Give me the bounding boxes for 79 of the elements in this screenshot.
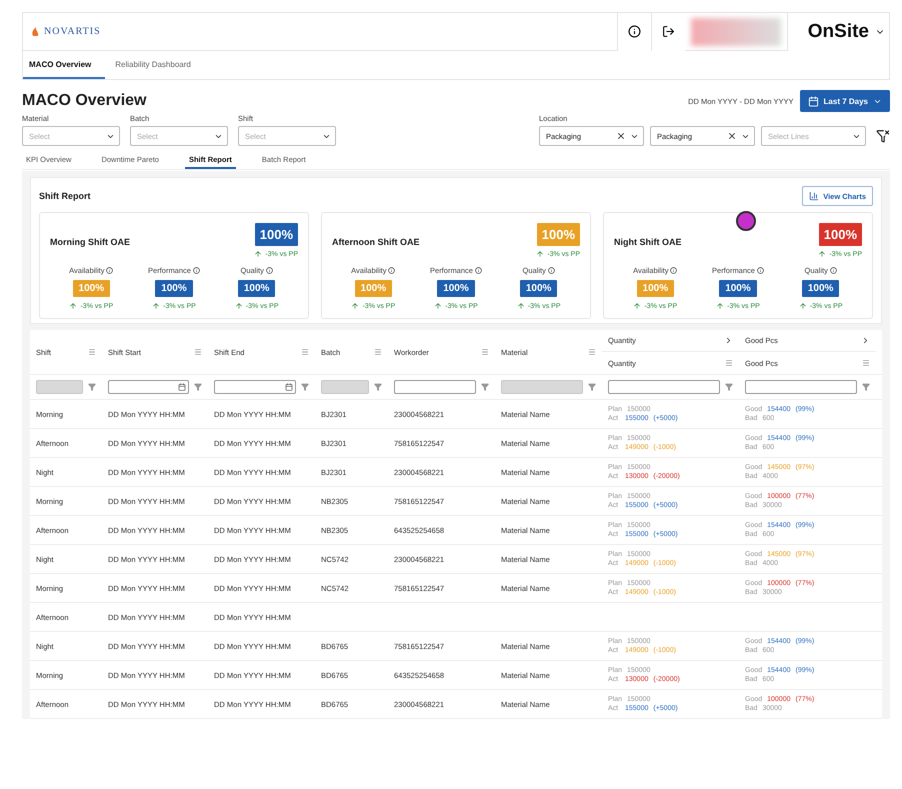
filter-input[interactable]	[394, 380, 476, 394]
column-menu-icon[interactable]	[374, 348, 382, 356]
metric-value: 100%	[155, 280, 193, 297]
metric-value: 100%	[719, 280, 757, 297]
arrow-up-icon	[798, 302, 807, 310]
metric-value: 100%	[636, 280, 674, 297]
column-menu-icon[interactable]	[481, 348, 489, 356]
column-menu-icon[interactable]	[725, 359, 733, 367]
metric-value: 100%	[802, 280, 840, 297]
info-icon	[106, 267, 114, 274]
filter-icon[interactable]	[481, 383, 489, 391]
oae-value: 100%	[254, 223, 298, 246]
arrow-up-icon	[434, 302, 442, 310]
metric-value: 100%	[354, 280, 392, 297]
arrow-up-icon	[152, 302, 160, 310]
arrow-up-icon	[69, 302, 78, 310]
filter-input[interactable]	[214, 380, 296, 394]
logo-text: NOVARTIS	[44, 26, 101, 37]
chevron-right-icon[interactable]	[724, 336, 733, 345]
oae-value: 100%	[536, 223, 580, 246]
info-icon	[548, 267, 555, 274]
nav-tab[interactable]: MACO Overview	[23, 51, 106, 79]
filter-icon[interactable]	[88, 383, 96, 391]
info-icon	[830, 267, 837, 274]
oae-value: 100%	[818, 223, 862, 246]
filter-input[interactable]	[108, 380, 189, 394]
report-title: Shift Report	[39, 191, 92, 201]
filter-icon[interactable]	[588, 383, 596, 391]
info-button[interactable]	[616, 12, 651, 50]
filter-icon[interactable]	[301, 383, 309, 391]
assistant-icon[interactable]	[736, 211, 756, 231]
metric-value: 100%	[238, 280, 276, 297]
app-switcher[interactable]: OnSite	[786, 12, 889, 50]
arrow-up-icon	[536, 250, 544, 258]
info-icon	[474, 267, 482, 274]
info-icon	[388, 267, 396, 274]
nav-tab[interactable]: Reliability Dashboard	[109, 51, 205, 79]
page-title: MACO Overview	[22, 92, 148, 110]
column-menu-icon[interactable]	[301, 348, 309, 356]
logout-button[interactable]	[650, 12, 685, 50]
arrow-up-icon	[351, 302, 360, 310]
info-icon	[266, 267, 273, 274]
arrow-up-icon	[633, 302, 642, 310]
filter-icon[interactable]	[194, 383, 202, 391]
bar-chart-icon	[809, 191, 820, 201]
filter-icon[interactable]	[374, 383, 382, 391]
logo-icon	[31, 26, 40, 37]
column-menu-icon[interactable]	[194, 348, 202, 356]
filter-icon[interactable]	[862, 383, 870, 391]
logout-icon	[662, 25, 675, 38]
clear-icon[interactable]	[727, 131, 737, 141]
info-icon	[756, 267, 764, 274]
filter-input[interactable]	[608, 380, 720, 394]
arrow-up-icon	[818, 250, 826, 258]
info-icon	[628, 25, 641, 38]
clear-icon[interactable]	[616, 131, 626, 141]
filter-icon[interactable]	[725, 383, 733, 391]
column-menu-icon[interactable]	[862, 359, 870, 367]
info-icon	[670, 267, 678, 274]
period-button[interactable]: Last 7 Days	[800, 90, 890, 112]
column-menu-icon[interactable]	[88, 348, 96, 356]
arrow-up-icon	[234, 302, 243, 310]
metric-value: 100%	[437, 280, 475, 297]
calendar-icon	[808, 96, 819, 106]
filter-input[interactable]	[745, 380, 857, 394]
arrow-up-icon	[716, 302, 724, 310]
chevron-right-icon[interactable]	[861, 336, 870, 345]
column-menu-icon[interactable]	[588, 348, 596, 356]
metric-value: 100%	[72, 280, 110, 297]
info-icon	[192, 267, 200, 274]
card-title: Morning Shift OAE	[50, 237, 131, 247]
card-title: Afternoon Shift OAE	[332, 237, 420, 247]
metric-value: 100%	[520, 280, 558, 297]
arrow-up-icon	[254, 250, 262, 258]
calendar-icon[interactable]	[178, 383, 186, 391]
card-title: Night Shift OAE	[614, 237, 682, 247]
filter-clear-icon[interactable]	[876, 129, 890, 143]
calendar-icon[interactable]	[285, 383, 293, 391]
arrow-up-icon	[516, 302, 525, 310]
